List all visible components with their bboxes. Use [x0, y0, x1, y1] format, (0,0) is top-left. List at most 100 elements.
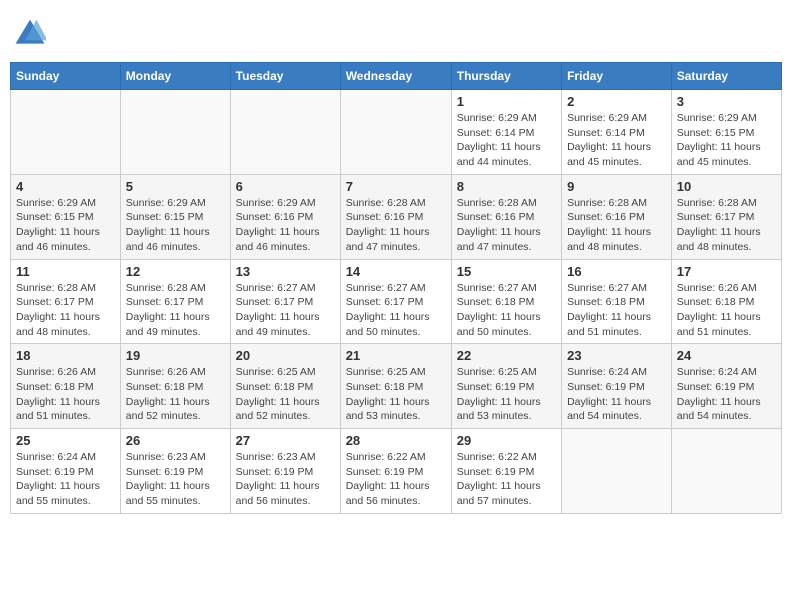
day-header: Thursday — [451, 63, 561, 90]
day-number: 28 — [346, 433, 446, 448]
day-number: 10 — [677, 179, 776, 194]
day-info: Sunrise: 6:29 AM Sunset: 6:15 PM Dayligh… — [677, 111, 776, 170]
day-info: Sunrise: 6:25 AM Sunset: 6:19 PM Dayligh… — [457, 365, 556, 424]
day-number: 8 — [457, 179, 556, 194]
calendar-cell: 3 Sunrise: 6:29 AM Sunset: 6:15 PM Daylig… — [671, 90, 781, 175]
day-info: Sunrise: 6:29 AM Sunset: 6:14 PM Dayligh… — [567, 111, 666, 170]
day-number: 5 — [126, 179, 225, 194]
day-info: Sunrise: 6:26 AM Sunset: 6:18 PM Dayligh… — [126, 365, 225, 424]
day-number: 29 — [457, 433, 556, 448]
calendar-body: 1 Sunrise: 6:29 AM Sunset: 6:14 PM Daylig… — [11, 90, 782, 514]
day-info: Sunrise: 6:29 AM Sunset: 6:15 PM Dayligh… — [16, 196, 115, 255]
calendar-cell: 6 Sunrise: 6:29 AM Sunset: 6:16 PM Daylig… — [230, 174, 340, 259]
day-info: Sunrise: 6:22 AM Sunset: 6:19 PM Dayligh… — [457, 450, 556, 509]
day-number: 17 — [677, 264, 776, 279]
calendar-cell: 21Sunrise: 6:25 AM Sunset: 6:18 PM Dayli… — [340, 344, 451, 429]
calendar-table: SundayMondayTuesdayWednesdayThursdayFrid… — [10, 62, 782, 514]
calendar-cell: 7 Sunrise: 6:28 AM Sunset: 6:16 PM Daylig… — [340, 174, 451, 259]
calendar-cell: 26 Sunrise: 6:23 AM Sunset: 6:19 PM Dayli… — [120, 429, 230, 514]
calendar-cell: 5 Sunrise: 6:29 AM Sunset: 6:15 PM Daylig… — [120, 174, 230, 259]
day-number: 11 — [16, 264, 115, 279]
calendar-cell: 22 Sunrise: 6:25 AM Sunset: 6:19 PM Dayli… — [451, 344, 561, 429]
calendar-week-row: 18 Sunrise: 6:26 AM Sunset: 6:18 PM Dayli… — [11, 344, 782, 429]
calendar-cell: 14Sunrise: 6:27 AM Sunset: 6:17 PM Dayli… — [340, 259, 451, 344]
calendar-cell: 24 Sunrise: 6:24 AM Sunset: 6:19 PM Dayli… — [671, 344, 781, 429]
day-header: Friday — [562, 63, 672, 90]
calendar-cell: 18 Sunrise: 6:26 AM Sunset: 6:18 PM Dayli… — [11, 344, 121, 429]
day-info: Sunrise: 6:27 AM Sunset: 6:18 PM Dayligh… — [457, 281, 556, 340]
day-number: 22 — [457, 348, 556, 363]
day-number: 6 — [236, 179, 335, 194]
calendar-cell: 17Sunrise: 6:26 AM Sunset: 6:18 PM Dayli… — [671, 259, 781, 344]
calendar-cell: 12 Sunrise: 6:28 AM Sunset: 6:17 PM Dayli… — [120, 259, 230, 344]
calendar-week-row: 25 Sunrise: 6:24 AM Sunset: 6:19 PM Dayli… — [11, 429, 782, 514]
day-number: 27 — [236, 433, 335, 448]
calendar-cell: 13Sunrise: 6:27 AM Sunset: 6:17 PM Dayli… — [230, 259, 340, 344]
calendar-cell: 29 Sunrise: 6:22 AM Sunset: 6:19 PM Dayli… — [451, 429, 561, 514]
day-header: Tuesday — [230, 63, 340, 90]
day-info: Sunrise: 6:28 AM Sunset: 6:16 PM Dayligh… — [346, 196, 446, 255]
day-number: 1 — [457, 94, 556, 109]
calendar-cell: 4 Sunrise: 6:29 AM Sunset: 6:15 PM Daylig… — [11, 174, 121, 259]
day-info: Sunrise: 6:28 AM Sunset: 6:17 PM Dayligh… — [126, 281, 225, 340]
day-info: Sunrise: 6:27 AM Sunset: 6:17 PM Dayligh… — [346, 281, 446, 340]
calendar-header-row: SundayMondayTuesdayWednesdayThursdayFrid… — [11, 63, 782, 90]
day-number: 24 — [677, 348, 776, 363]
calendar-week-row: 4 Sunrise: 6:29 AM Sunset: 6:15 PM Daylig… — [11, 174, 782, 259]
calendar-cell: 10 Sunrise: 6:28 AM Sunset: 6:17 PM Dayli… — [671, 174, 781, 259]
calendar-cell: 16Sunrise: 6:27 AM Sunset: 6:18 PM Dayli… — [562, 259, 672, 344]
day-number: 4 — [16, 179, 115, 194]
day-number: 2 — [567, 94, 666, 109]
day-number: 20 — [236, 348, 335, 363]
day-number: 23 — [567, 348, 666, 363]
day-info: Sunrise: 6:28 AM Sunset: 6:17 PM Dayligh… — [16, 281, 115, 340]
day-number: 25 — [16, 433, 115, 448]
day-header: Wednesday — [340, 63, 451, 90]
day-number: 18 — [16, 348, 115, 363]
calendar-cell: 2 Sunrise: 6:29 AM Sunset: 6:14 PM Daylig… — [562, 90, 672, 175]
day-header: Monday — [120, 63, 230, 90]
day-info: Sunrise: 6:29 AM Sunset: 6:14 PM Dayligh… — [457, 111, 556, 170]
day-number: 15 — [457, 264, 556, 279]
day-info: Sunrise: 6:24 AM Sunset: 6:19 PM Dayligh… — [677, 365, 776, 424]
calendar-cell: 9 Sunrise: 6:28 AM Sunset: 6:16 PM Daylig… — [562, 174, 672, 259]
day-number: 19 — [126, 348, 225, 363]
day-info: Sunrise: 6:27 AM Sunset: 6:18 PM Dayligh… — [567, 281, 666, 340]
day-number: 13 — [236, 264, 335, 279]
day-info: Sunrise: 6:28 AM Sunset: 6:17 PM Dayligh… — [677, 196, 776, 255]
calendar-cell: 28 Sunrise: 6:22 AM Sunset: 6:19 PM Dayli… — [340, 429, 451, 514]
day-info: Sunrise: 6:29 AM Sunset: 6:16 PM Dayligh… — [236, 196, 335, 255]
day-info: Sunrise: 6:23 AM Sunset: 6:19 PM Dayligh… — [126, 450, 225, 509]
day-info: Sunrise: 6:28 AM Sunset: 6:16 PM Dayligh… — [457, 196, 556, 255]
calendar-cell: 27 Sunrise: 6:23 AM Sunset: 6:19 PM Dayli… — [230, 429, 340, 514]
day-info: Sunrise: 6:26 AM Sunset: 6:18 PM Dayligh… — [16, 365, 115, 424]
logo — [14, 18, 50, 46]
day-info: Sunrise: 6:25 AM Sunset: 6:18 PM Dayligh… — [346, 365, 446, 424]
day-info: Sunrise: 6:24 AM Sunset: 6:19 PM Dayligh… — [567, 365, 666, 424]
day-number: 7 — [346, 179, 446, 194]
day-header: Sunday — [11, 63, 121, 90]
day-info: Sunrise: 6:24 AM Sunset: 6:19 PM Dayligh… — [16, 450, 115, 509]
day-info: Sunrise: 6:23 AM Sunset: 6:19 PM Dayligh… — [236, 450, 335, 509]
day-header: Saturday — [671, 63, 781, 90]
calendar-cell — [671, 429, 781, 514]
calendar-cell — [340, 90, 451, 175]
day-number: 9 — [567, 179, 666, 194]
calendar-cell: 15 Sunrise: 6:27 AM Sunset: 6:18 PM Dayli… — [451, 259, 561, 344]
day-info: Sunrise: 6:28 AM Sunset: 6:16 PM Dayligh… — [567, 196, 666, 255]
day-number: 3 — [677, 94, 776, 109]
day-info: Sunrise: 6:25 AM Sunset: 6:18 PM Dayligh… — [236, 365, 335, 424]
calendar-cell — [11, 90, 121, 175]
day-info: Sunrise: 6:22 AM Sunset: 6:19 PM Dayligh… — [346, 450, 446, 509]
calendar-cell: 1 Sunrise: 6:29 AM Sunset: 6:14 PM Daylig… — [451, 90, 561, 175]
calendar-cell: 19 Sunrise: 6:26 AM Sunset: 6:18 PM Dayli… — [120, 344, 230, 429]
day-number: 12 — [126, 264, 225, 279]
day-number: 26 — [126, 433, 225, 448]
calendar-week-row: 1 Sunrise: 6:29 AM Sunset: 6:14 PM Daylig… — [11, 90, 782, 175]
calendar-cell: 25 Sunrise: 6:24 AM Sunset: 6:19 PM Dayli… — [11, 429, 121, 514]
logo-icon — [14, 18, 46, 46]
calendar-cell: 23 Sunrise: 6:24 AM Sunset: 6:19 PM Dayli… — [562, 344, 672, 429]
page-header — [10, 10, 782, 54]
day-info: Sunrise: 6:29 AM Sunset: 6:15 PM Dayligh… — [126, 196, 225, 255]
calendar-cell — [120, 90, 230, 175]
